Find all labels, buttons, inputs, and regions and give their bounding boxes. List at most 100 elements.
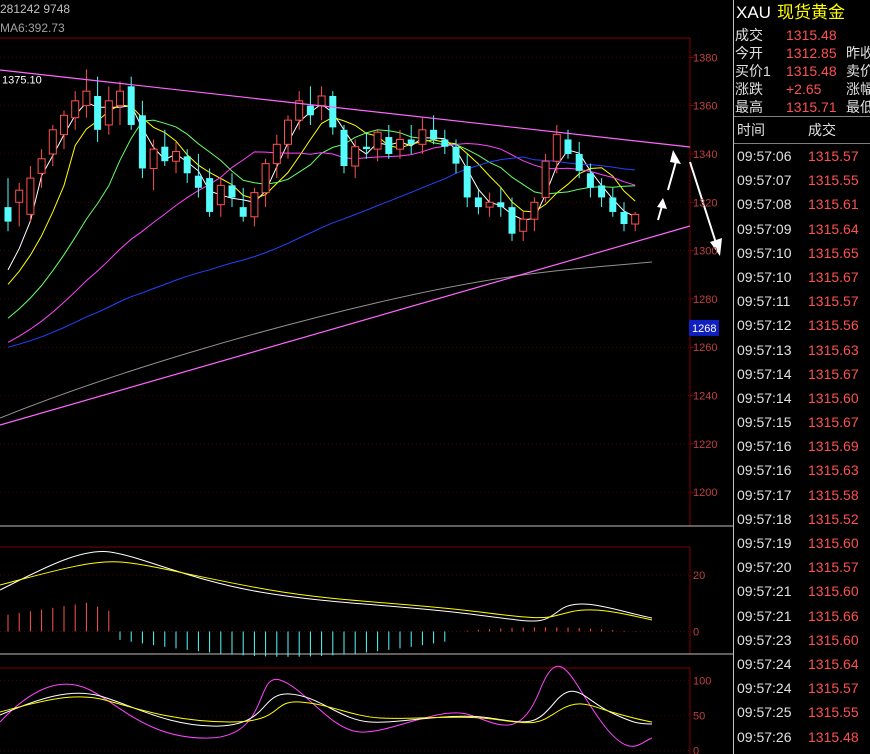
tick-price: 1315.63 — [808, 341, 859, 358]
candle-up — [26, 177, 35, 215]
tick-price: 1315.67 — [808, 268, 859, 285]
tick-row[interactable]: 09:57:14 1315.67 — [734, 362, 870, 386]
tick-row[interactable]: 09:57:15 1315.67 — [734, 410, 870, 434]
tick-time: 09:57:17 — [737, 486, 792, 503]
candle-down — [609, 197, 617, 212]
tick-row[interactable]: 09:57:18 1315.52 — [734, 507, 870, 531]
symbol-name: 现货黄金 — [776, 3, 845, 22]
ticks-header-time: 时间 — [737, 122, 765, 138]
tick-time: 09:57:18 — [737, 510, 792, 527]
tick-price: 1315.60 — [808, 583, 859, 600]
tick-price: 1315.67 — [808, 414, 859, 431]
quote-list: 成交1315.48今开1312.85昨收买价11315.48卖价涨跌+2.65涨… — [734, 26, 870, 116]
candle-up — [530, 201, 539, 220]
tick-row[interactable]: 09:57:16 1315.63 — [734, 458, 870, 482]
price-tick-label: 1280 — [693, 294, 717, 306]
tick-row[interactable]: 09:57:09 1315.64 — [734, 217, 870, 241]
tick-price: 1315.52 — [808, 510, 859, 527]
quote-label: 最高 — [735, 99, 763, 115]
tick-row[interactable]: 09:57:25 1315.55 — [734, 700, 870, 724]
candle-down — [474, 197, 482, 208]
candle-up — [272, 143, 281, 165]
tick-time: 09:57:21 — [737, 607, 792, 624]
candle-down — [4, 207, 12, 222]
tick-row[interactable]: 09:57:20 1315.57 — [734, 555, 870, 579]
quote-label: 涨跌 — [735, 81, 763, 97]
quote-extra-label: 昨收 — [846, 45, 870, 61]
symbol-title: XAU 现货黄金 — [734, 0, 870, 26]
candle-up — [172, 151, 180, 162]
tick-time: 09:57:10 — [737, 244, 792, 261]
candle-up — [317, 95, 326, 107]
tick-row[interactable]: 09:57:12 1315.56 — [734, 313, 870, 337]
tick-row[interactable]: 09:57:11 1315.57 — [734, 289, 870, 313]
tick-price: 1315.64 — [808, 220, 859, 237]
tick-row[interactable]: 09:57:06 1315.57 — [734, 144, 870, 168]
tick-price: 1315.48 — [808, 728, 859, 745]
tick-row[interactable]: 09:57:21 1315.60 — [734, 579, 870, 603]
quote-label: 买价1 — [735, 63, 771, 79]
tick-row[interactable]: 09:57:23 1315.60 — [734, 628, 870, 652]
price-tick-label: 1360 — [693, 101, 717, 113]
tick-row[interactable]: 09:57:24 1315.57 — [734, 676, 870, 700]
ticks-header: 时间 成交 — [734, 117, 870, 143]
candle-down — [620, 211, 628, 225]
quote-label: 成交 — [735, 27, 763, 43]
tick-price: 1315.57 — [808, 559, 859, 576]
tick-row[interactable]: 09:57:26 1315.48 — [734, 725, 870, 749]
tick-time: 09:57:06 — [737, 148, 792, 164]
candle-up — [149, 148, 158, 169]
tick-row[interactable]: 09:57:10 1315.67 — [734, 265, 870, 289]
tick-time: 09:57:16 — [737, 462, 792, 479]
tick-row[interactable]: 09:57:19 1315.60 — [734, 531, 870, 555]
candle-down — [452, 146, 460, 164]
tick-price: 1315.57 — [808, 680, 859, 697]
tick-row[interactable]: 09:57:16 1315.69 — [734, 434, 870, 458]
quote-extra-label: 涨幅 — [846, 81, 870, 97]
tick-price: 1315.67 — [808, 365, 859, 382]
quote-extra-label: 卖价 — [846, 63, 870, 79]
candle-down — [598, 185, 606, 198]
candle-down — [194, 175, 202, 188]
candle-down — [306, 105, 314, 116]
candle-up — [631, 213, 640, 225]
candle-down — [206, 178, 214, 212]
tick-row[interactable]: 09:57:08 1315.61 — [734, 192, 870, 216]
price-tick-label: 1240 — [693, 391, 717, 403]
tick-price: 1315.60 — [808, 631, 859, 648]
candle-up — [485, 201, 494, 208]
candle-down — [385, 137, 393, 154]
candle-up — [250, 192, 259, 218]
tick-row[interactable]: 09:57:13 1315.63 — [734, 338, 870, 362]
candle-up — [351, 146, 360, 167]
tick-time: 09:57:12 — [737, 317, 792, 334]
tick-price: 1315.56 — [808, 317, 859, 334]
candle-down — [497, 202, 505, 208]
quote-row: 涨跌 +2.65 涨幅 — [734, 80, 870, 98]
kdj-tick-label: 0 — [693, 746, 699, 754]
tick-row[interactable]: 09:57:17 1315.58 — [734, 483, 870, 507]
up-arrow-small — [657, 205, 663, 221]
candle-down — [239, 207, 247, 217]
quote-panel: XAU 现货黄金 成交 1315.48 今开 1312.85 昨收买价1 1315.48 卖价… — [733, 0, 870, 754]
kdj-d-line — [0, 696, 653, 724]
tick-time: 09:57:19 — [737, 535, 792, 551]
tick-row[interactable]: 09:57:21 1315.66 — [734, 604, 870, 628]
price-tick-label: 1260 — [693, 342, 717, 354]
tick-price: 1315.60 — [808, 535, 859, 551]
candle-up — [396, 138, 404, 150]
tick-row[interactable]: 09:57:07 1315.55 — [734, 168, 870, 192]
candle-down — [94, 95, 102, 130]
tick-price: 1315.55 — [808, 172, 859, 189]
tick-time: 09:57:11 — [737, 293, 791, 310]
tick-price: 1315.66 — [808, 607, 859, 624]
tick-row[interactable]: 09:57:10 1315.65 — [734, 241, 870, 265]
candle-up — [71, 100, 80, 119]
quote-row: 最高 1315.71 最低 — [734, 98, 870, 116]
ticks-list[interactable]: 09:57:06 1315.57 09:57:07 1315.55 09:57:08 13… — [734, 144, 870, 749]
tick-row[interactable]: 09:57:24 1315.64 — [734, 652, 870, 676]
tick-row[interactable]: 09:57:14 1315.60 — [734, 386, 870, 410]
price-chart[interactable]: 1380 1360 1340 1320 1300 1280 1260 1240 1220 1200… — [0, 0, 733, 754]
candle-down — [463, 166, 471, 198]
quote-extra-label: 最低 — [846, 99, 870, 115]
